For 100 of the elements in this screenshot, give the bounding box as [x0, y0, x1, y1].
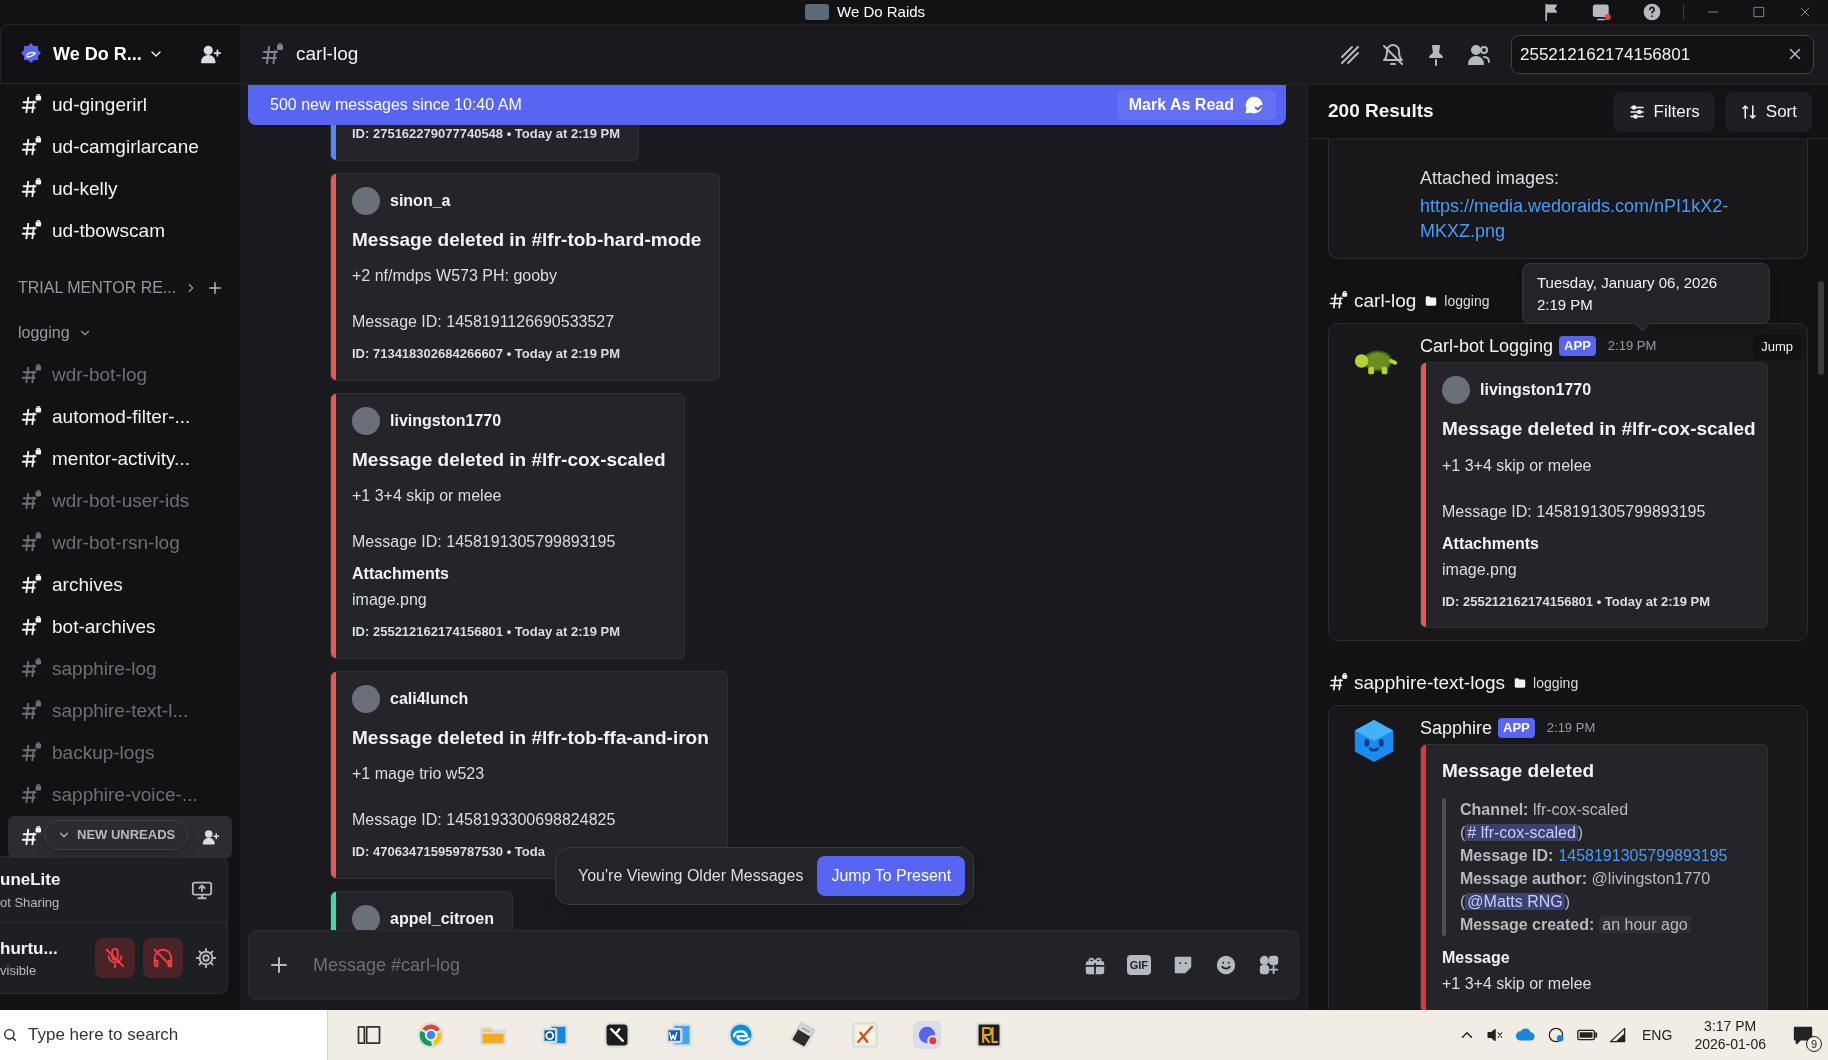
- chat-app-icon[interactable]: [913, 1021, 941, 1049]
- channel-item[interactable]: sapphire-voice-...: [8, 774, 232, 816]
- server-name[interactable]: We Do R...: [53, 40, 142, 68]
- attachment-link[interactable]: https://media.wedoraids.com/nPI1kX2-MKXZ.png: [1420, 194, 1787, 244]
- result-card[interactable]: Attached images: https://media.wedoraids.com/nPI1kX2-MKXZ.png: [1328, 139, 1808, 259]
- author-name[interactable]: appel_citroen: [390, 906, 495, 930]
- channel-item[interactable]: ud-gingerirl: [8, 84, 232, 126]
- channel-item[interactable]: wdr-bot-user-ids: [8, 480, 232, 522]
- user-status: visible: [0, 962, 38, 980]
- category-header[interactable]: logging: [18, 321, 70, 345]
- jump-to-present-button[interactable]: Jump To Present: [817, 856, 966, 896]
- avatar: [352, 684, 380, 713]
- author-name[interactable]: sinon_a: [390, 188, 451, 213]
- server-badge-icon: [19, 42, 43, 66]
- author-name[interactable]: Carl-bot Logging: [1420, 332, 1554, 360]
- monitor-icon[interactable]: [1592, 2, 1612, 22]
- activity-name: uneLite: [0, 869, 61, 891]
- field-label: Attachments: [352, 564, 450, 584]
- headphones-off-icon: [152, 947, 174, 969]
- result-card[interactable]: Carl-bot Logging APP 2:19 PM livingston1770 Message deleted in #lfr-cox-scaled +1 3+4 skip or melee Message ID: 1458191305799893195 Attachments image.png ID: 255212162174156801 • Today at 2:19 PM Jump: [1328, 323, 1808, 641]
- channel-item[interactable]: wdr-bot-log: [8, 354, 232, 396]
- filters-button[interactable]: Filters: [1612, 91, 1715, 132]
- hash-lock-icon: [20, 406, 42, 428]
- channel-item[interactable]: sapphire-text-l...: [8, 690, 232, 732]
- taskbar-search-field[interactable]: Type here to search: [0, 1010, 328, 1060]
- microphone-button[interactable]: [95, 938, 135, 978]
- browser-icon[interactable]: [417, 1021, 445, 1049]
- hash-lock-icon: [20, 700, 42, 722]
- embed-title: Message deleted in #lfr-cox-scaled: [1442, 417, 1756, 441]
- add-member-icon[interactable]: [200, 43, 222, 65]
- message-composer[interactable]: Message #carl-log GIF: [248, 930, 1299, 1000]
- hash-lock-icon: [20, 784, 42, 806]
- username: hurtu...: [0, 937, 58, 960]
- language-indicator[interactable]: ENG: [1642, 1024, 1673, 1046]
- jump-button[interactable]: Jump: [1753, 334, 1801, 360]
- channel-item[interactable]: ud-camgirlarcane: [8, 126, 232, 168]
- app-icon[interactable]: [603, 1021, 631, 1049]
- mark-as-read-button[interactable]: Mark As Read: [1116, 90, 1276, 120]
- channel-item[interactable]: wdr-bot-rsn-log: [8, 522, 232, 564]
- folder-icon: [1424, 294, 1439, 308]
- taskbar-clock[interactable]: 3:17 PM 2026-01-06: [1694, 1017, 1766, 1053]
- hash-lock-icon: [20, 220, 42, 242]
- hash-lock-icon: [260, 42, 284, 67]
- channel-item[interactable]: NEW UNREADS: [8, 816, 232, 858]
- message-time: 2:19 PM: [1546, 719, 1596, 738]
- mention-link[interactable]: @Matts RNG: [1465, 892, 1565, 910]
- hash-lock-icon: [20, 94, 42, 116]
- hash-lock-icon: [20, 448, 42, 470]
- author-name[interactable]: livingston1770: [1480, 378, 1592, 402]
- gif-button[interactable]: GIF: [1126, 955, 1151, 975]
- new-unreads-pill[interactable]: NEW UNREADS: [44, 820, 189, 850]
- scrollbar-thumb[interactable]: [1818, 281, 1824, 375]
- timestamp: an hour ago: [1599, 915, 1691, 933]
- bell-muted-icon[interactable]: [1381, 42, 1405, 67]
- headphones-button[interactable]: [143, 938, 183, 978]
- embed-footer: ID: 713418302684266607 • Today at 2:19 PM: [352, 344, 702, 364]
- invite-icon[interactable]: [202, 828, 220, 846]
- message-link[interactable]: 1458191305799893195: [1558, 846, 1728, 864]
- help-icon[interactable]: [1642, 2, 1662, 22]
- apps-icon[interactable]: [1258, 954, 1280, 976]
- sort-button[interactable]: Sort: [1724, 91, 1812, 132]
- embed-title: Message deleted in #lfr-tob-hard-mode: [352, 227, 702, 252]
- channel-item[interactable]: mentor-activity...: [8, 438, 232, 480]
- pen-app-icon[interactable]: [851, 1021, 879, 1049]
- author-name[interactable]: cali4lunch: [390, 686, 469, 711]
- speaker-muted-icon[interactable]: [1486, 1026, 1505, 1044]
- channel-item[interactable]: sapphire-log: [8, 648, 232, 690]
- settings-icon[interactable]: [195, 947, 217, 969]
- author-name[interactable]: livingston1770: [390, 408, 502, 433]
- maximize-icon[interactable]: [1751, 4, 1767, 20]
- emoji-icon[interactable]: [1215, 954, 1237, 976]
- sticker-icon[interactable]: [1172, 954, 1194, 976]
- channel-item[interactable]: automod-filter-...: [8, 396, 232, 438]
- chat-check-icon: [1244, 95, 1264, 115]
- document-app-icon[interactable]: [665, 1021, 693, 1049]
- channel-item[interactable]: ud-tbowscam: [8, 210, 232, 252]
- channel-item[interactable]: backup-logs: [8, 732, 232, 774]
- category-header[interactable]: TRIAL MENTOR RE...: [18, 276, 177, 300]
- result-channel-name[interactable]: carl-log: [1354, 286, 1417, 316]
- result-card[interactable]: [1328, 705, 1808, 1010]
- hash-lock-icon: [20, 742, 42, 764]
- mention-link[interactable]: # lfr-cox-scaled: [1465, 823, 1578, 841]
- members-icon[interactable]: [1467, 42, 1491, 67]
- embed-field: Message ID: 1458191305799893195: [1460, 843, 1749, 867]
- category-name: logging: [1444, 291, 1490, 311]
- app-badge: APP: [1498, 718, 1535, 738]
- author-name[interactable]: Sapphire: [1420, 714, 1493, 742]
- app-icon[interactable]: [975, 1021, 1003, 1049]
- search-field[interactable]: 255212162174156801: [1511, 35, 1814, 74]
- result-channel-name[interactable]: sapphire-text-logs: [1354, 668, 1506, 698]
- channel-item[interactable]: ud-kelly: [8, 168, 232, 210]
- embed-field: Message created: an hour ago: [1460, 912, 1749, 936]
- channel-item[interactable]: archives: [8, 564, 232, 606]
- channel-item[interactable]: bot-archives: [8, 606, 232, 648]
- embed-field: Message author: @livingston1770 (@Matts RNG): [1460, 866, 1749, 913]
- embed-footer: ID: 470634715959787530 • Toda: [352, 842, 709, 862]
- browser-icon[interactable]: [727, 1021, 755, 1049]
- embed-field: Channel: lfr-cox-scaled (# lfr-cox-scaled): [1460, 797, 1749, 844]
- hash-lock-icon: [20, 490, 42, 512]
- embed-footer: ID: 275162279077740548 • Today at 2:19 PM: [352, 124, 621, 144]
